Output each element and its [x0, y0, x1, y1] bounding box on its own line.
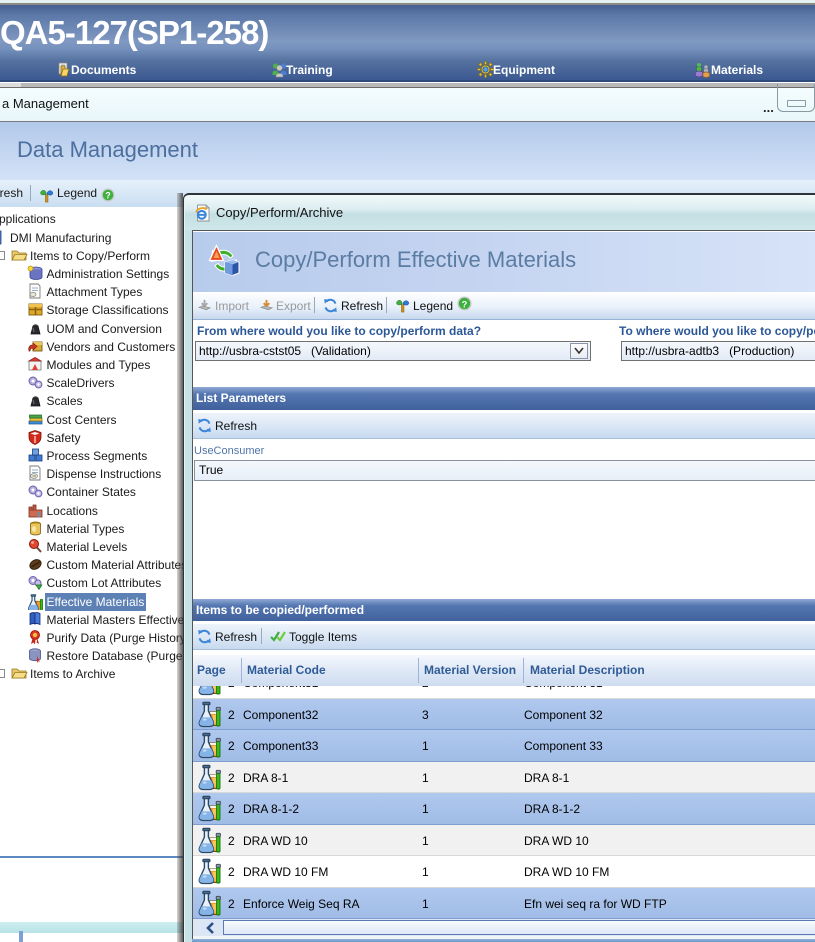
svg-text:?: ?	[105, 191, 110, 201]
svg-text:?: ?	[462, 299, 468, 309]
